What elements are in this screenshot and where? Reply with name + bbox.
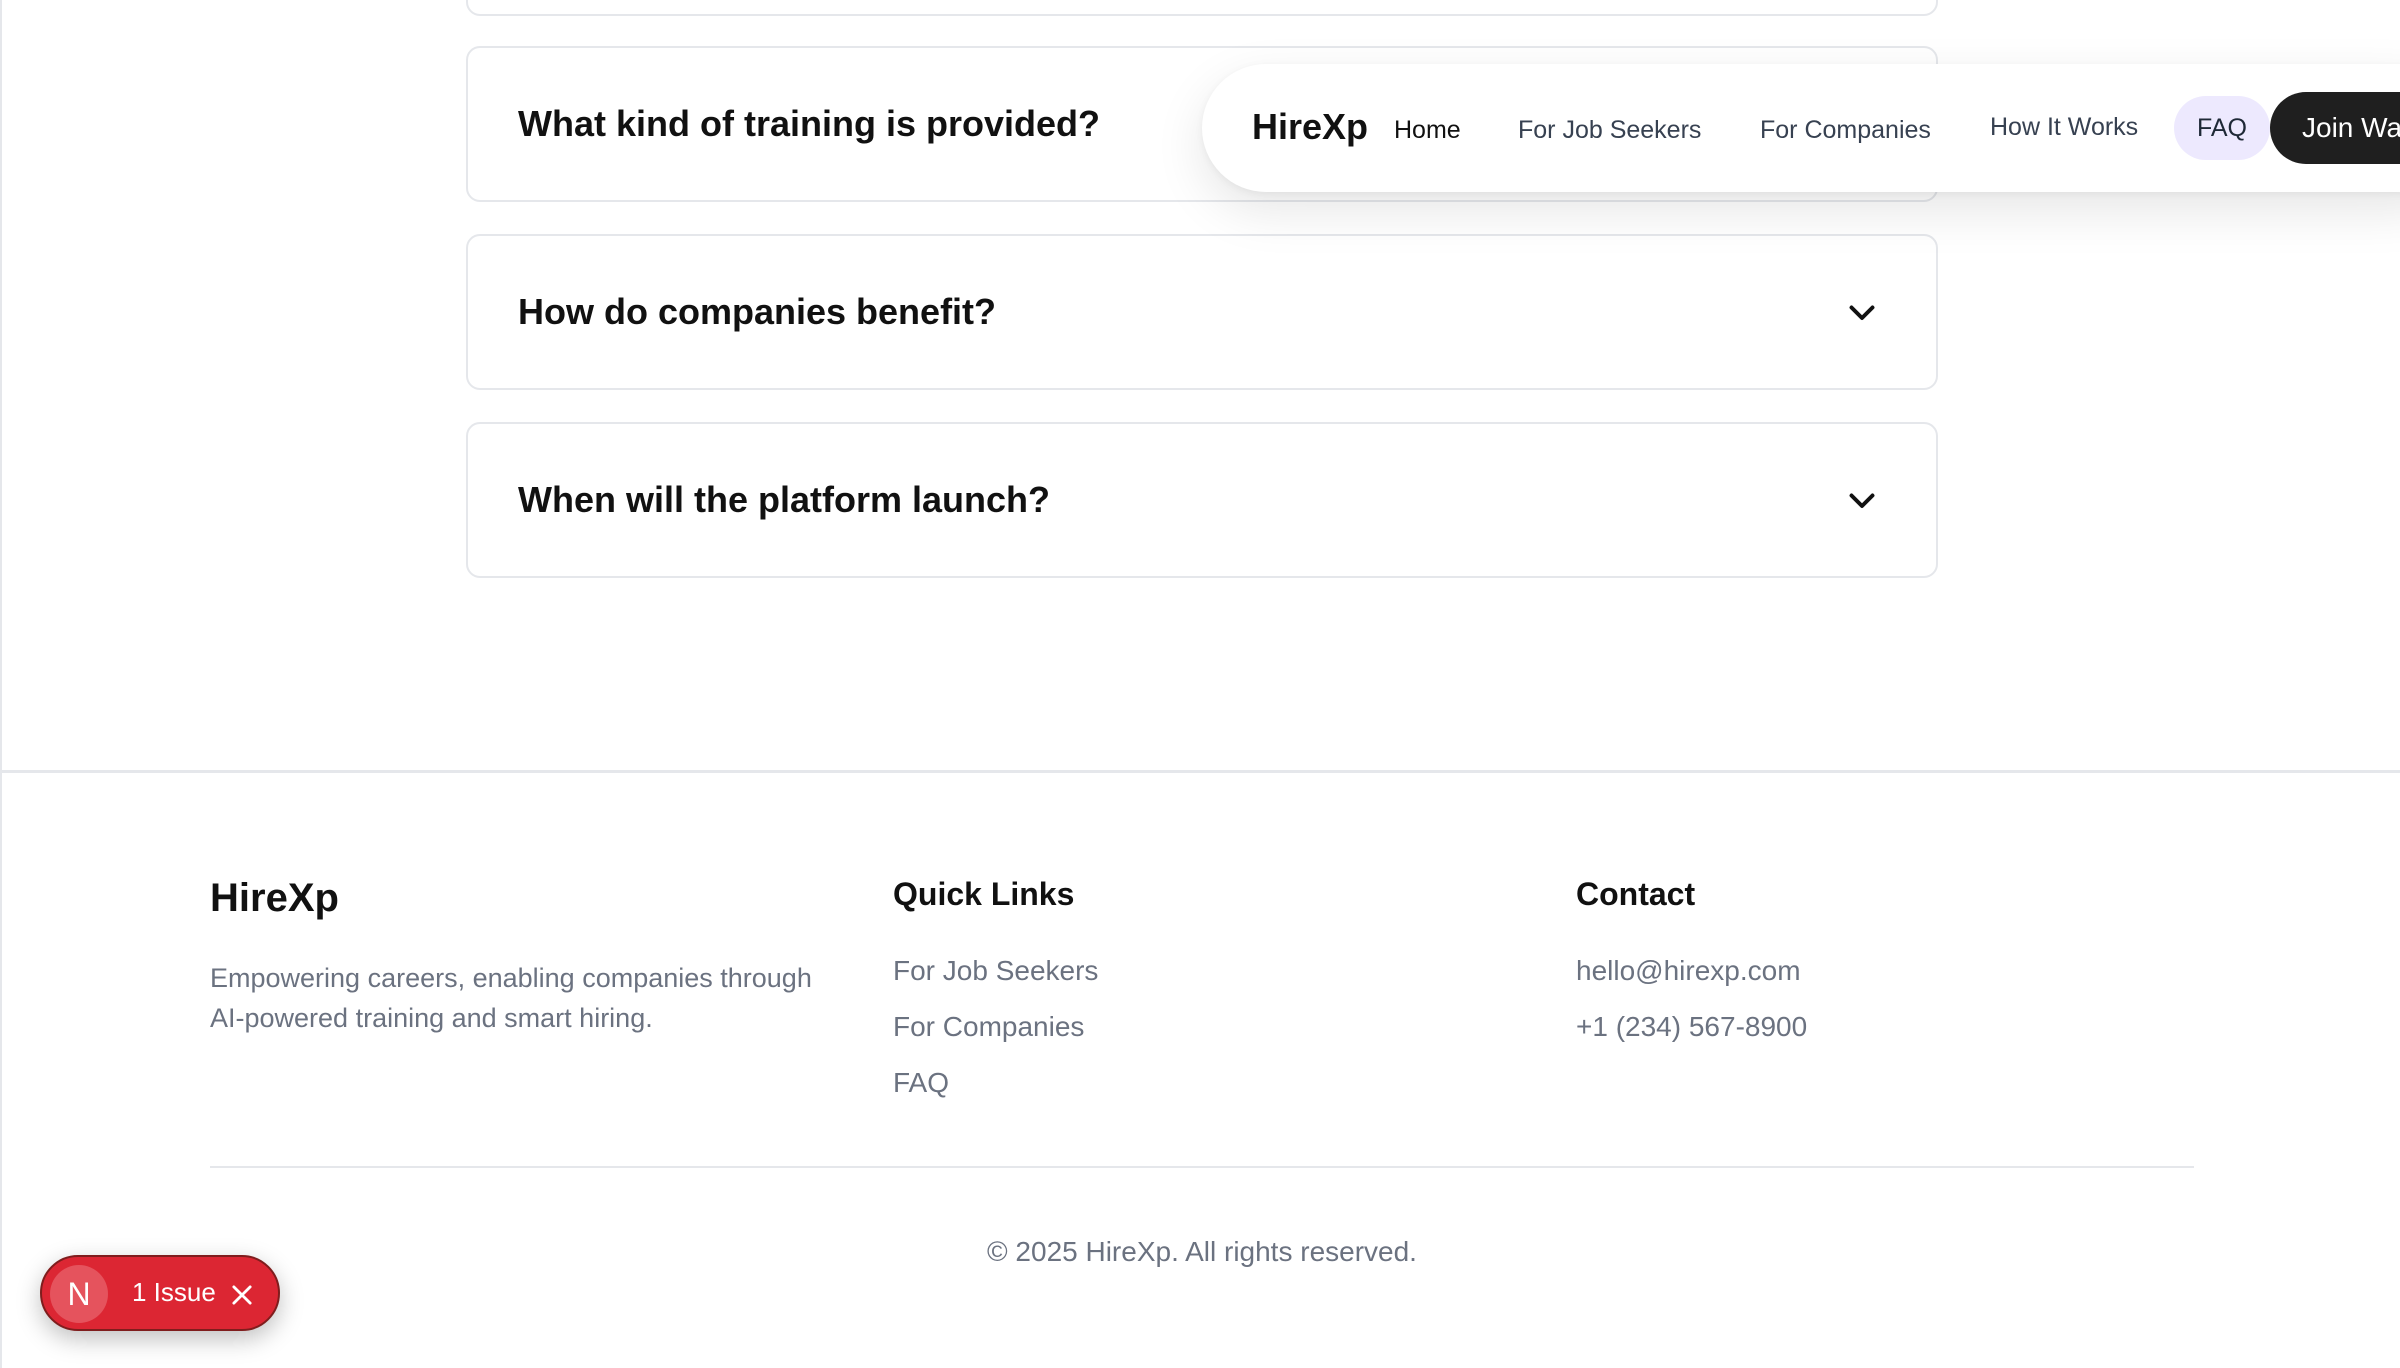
- nav-link-how-it-works[interactable]: How It Works: [1990, 113, 2138, 142]
- footer-link-faq[interactable]: FAQ: [893, 1067, 949, 1099]
- faq-item[interactable]: [466, 0, 1938, 16]
- footer-tagline: Empowering careers, enabling companies t…: [210, 963, 812, 1033]
- copyright: © 2025 HireXp. All rights reserved.: [987, 1236, 1417, 1267]
- contact-email-link[interactable]: hello@hirexp.com: [1576, 955, 1801, 987]
- section-divider: [2, 770, 2400, 773]
- contact-phone-link[interactable]: +1 (234) 567-8900: [1576, 1011, 1807, 1043]
- issue-avatar: N: [50, 1265, 108, 1323]
- close-icon[interactable]: [228, 1281, 256, 1309]
- footer-link-companies[interactable]: For Companies: [893, 1011, 1084, 1043]
- nav-link-faq[interactable]: FAQ: [2174, 96, 2270, 160]
- chevron-down-icon[interactable]: [1844, 482, 1880, 518]
- nav-link-home[interactable]: Home: [1394, 116, 1461, 145]
- chevron-down-icon[interactable]: [1844, 294, 1880, 330]
- faq-question: When will the platform launch?: [518, 479, 1051, 520]
- nav-link-job-seekers[interactable]: For Job Seekers: [1518, 116, 1701, 145]
- footer-divider: [210, 1166, 2194, 1168]
- footer-brand: HireXp: [210, 876, 339, 920]
- issue-count-label: 1 Issue: [132, 1277, 216, 1307]
- nav-logo[interactable]: HireXp: [1252, 106, 1368, 148]
- faq-question: How do companies benefit?: [518, 291, 997, 332]
- nav-link-companies[interactable]: For Companies: [1760, 116, 1931, 145]
- footer-link-job-seekers[interactable]: For Job Seekers: [893, 955, 1098, 987]
- faq-item[interactable]: When will the platform launch?: [466, 422, 1938, 578]
- navbar: HireXp Home For Job Seekers For Companie…: [1202, 64, 2400, 192]
- quick-links-heading: Quick Links: [893, 876, 1075, 912]
- faq-question: What kind of training is provided?: [518, 103, 1100, 144]
- contact-heading: Contact: [1576, 876, 1696, 912]
- join-waitlist-button[interactable]: Join Wa: [2270, 92, 2400, 164]
- issue-badge[interactable]: N 1 Issue: [40, 1255, 280, 1331]
- faq-item[interactable]: How do companies benefit?: [466, 234, 1938, 390]
- page: What kind of training is provided? How d…: [0, 0, 2400, 1368]
